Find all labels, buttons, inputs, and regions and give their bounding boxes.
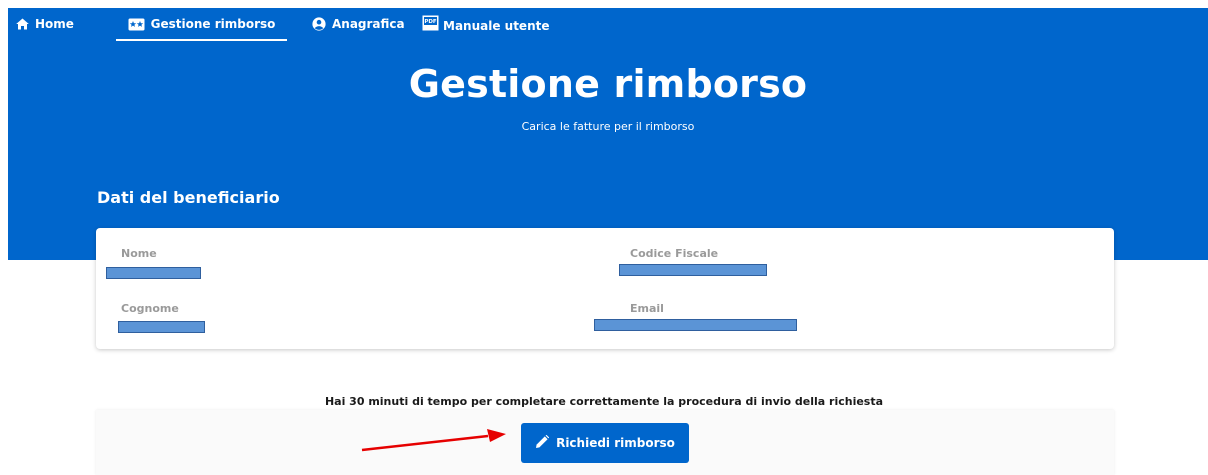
nav-anagrafica-label: Anagrafica — [332, 17, 405, 31]
nome-value-redacted — [106, 267, 201, 279]
codice-fiscale-label: Codice Fiscale — [630, 247, 719, 260]
richiedi-rimborso-label: Richiedi rimborso — [556, 436, 675, 450]
home-icon — [16, 18, 29, 30]
nav-manuale-utente[interactable]: PDF Manuale utente — [422, 10, 550, 42]
cognome-label: Cognome — [121, 302, 179, 315]
beneficiary-card: Nome Codice Fiscale Cognome Email — [96, 228, 1114, 349]
annotation-arrow — [361, 429, 506, 452]
pencil-icon — [535, 434, 550, 452]
svg-text:PDF: PDF — [424, 19, 437, 25]
nav-anagrafica[interactable]: Anagrafica — [312, 8, 405, 40]
active-tab-indicator — [116, 39, 287, 41]
email-label: Email — [630, 302, 664, 315]
page-title: Gestione rimborso — [408, 62, 808, 106]
beneficiary-section-title: Dati del beneficiario — [97, 188, 280, 207]
nav-gestione-label: Gestione rimborso — [150, 17, 276, 31]
header-banner: Home Gestione rimborso Anagrafica PDF Ma… — [8, 8, 1208, 260]
time-limit-notice: Hai 30 minuti di tempo per completare co… — [324, 395, 884, 408]
nav-home-label: Home — [35, 17, 74, 31]
codice-fiscale-value-redacted — [619, 264, 767, 276]
ticket-star-icon — [128, 18, 145, 31]
email-value-redacted — [594, 319, 797, 331]
page-subtitle: Carica le fatture per il rimborso — [521, 120, 695, 133]
nome-label: Nome — [121, 247, 157, 260]
nav-home[interactable]: Home — [16, 8, 74, 40]
pdf-icon: PDF — [422, 15, 439, 31]
richiedi-rimborso-button[interactable]: Richiedi rimborso — [521, 423, 689, 463]
cognome-value-redacted — [118, 321, 205, 333]
nav-gestione-rimborso[interactable]: Gestione rimborso — [116, 8, 287, 40]
nav-manuale-label: Manuale utente — [443, 19, 550, 33]
user-circle-icon — [312, 17, 326, 31]
top-nav: Home Gestione rimborso Anagrafica PDF Ma… — [8, 8, 1208, 42]
